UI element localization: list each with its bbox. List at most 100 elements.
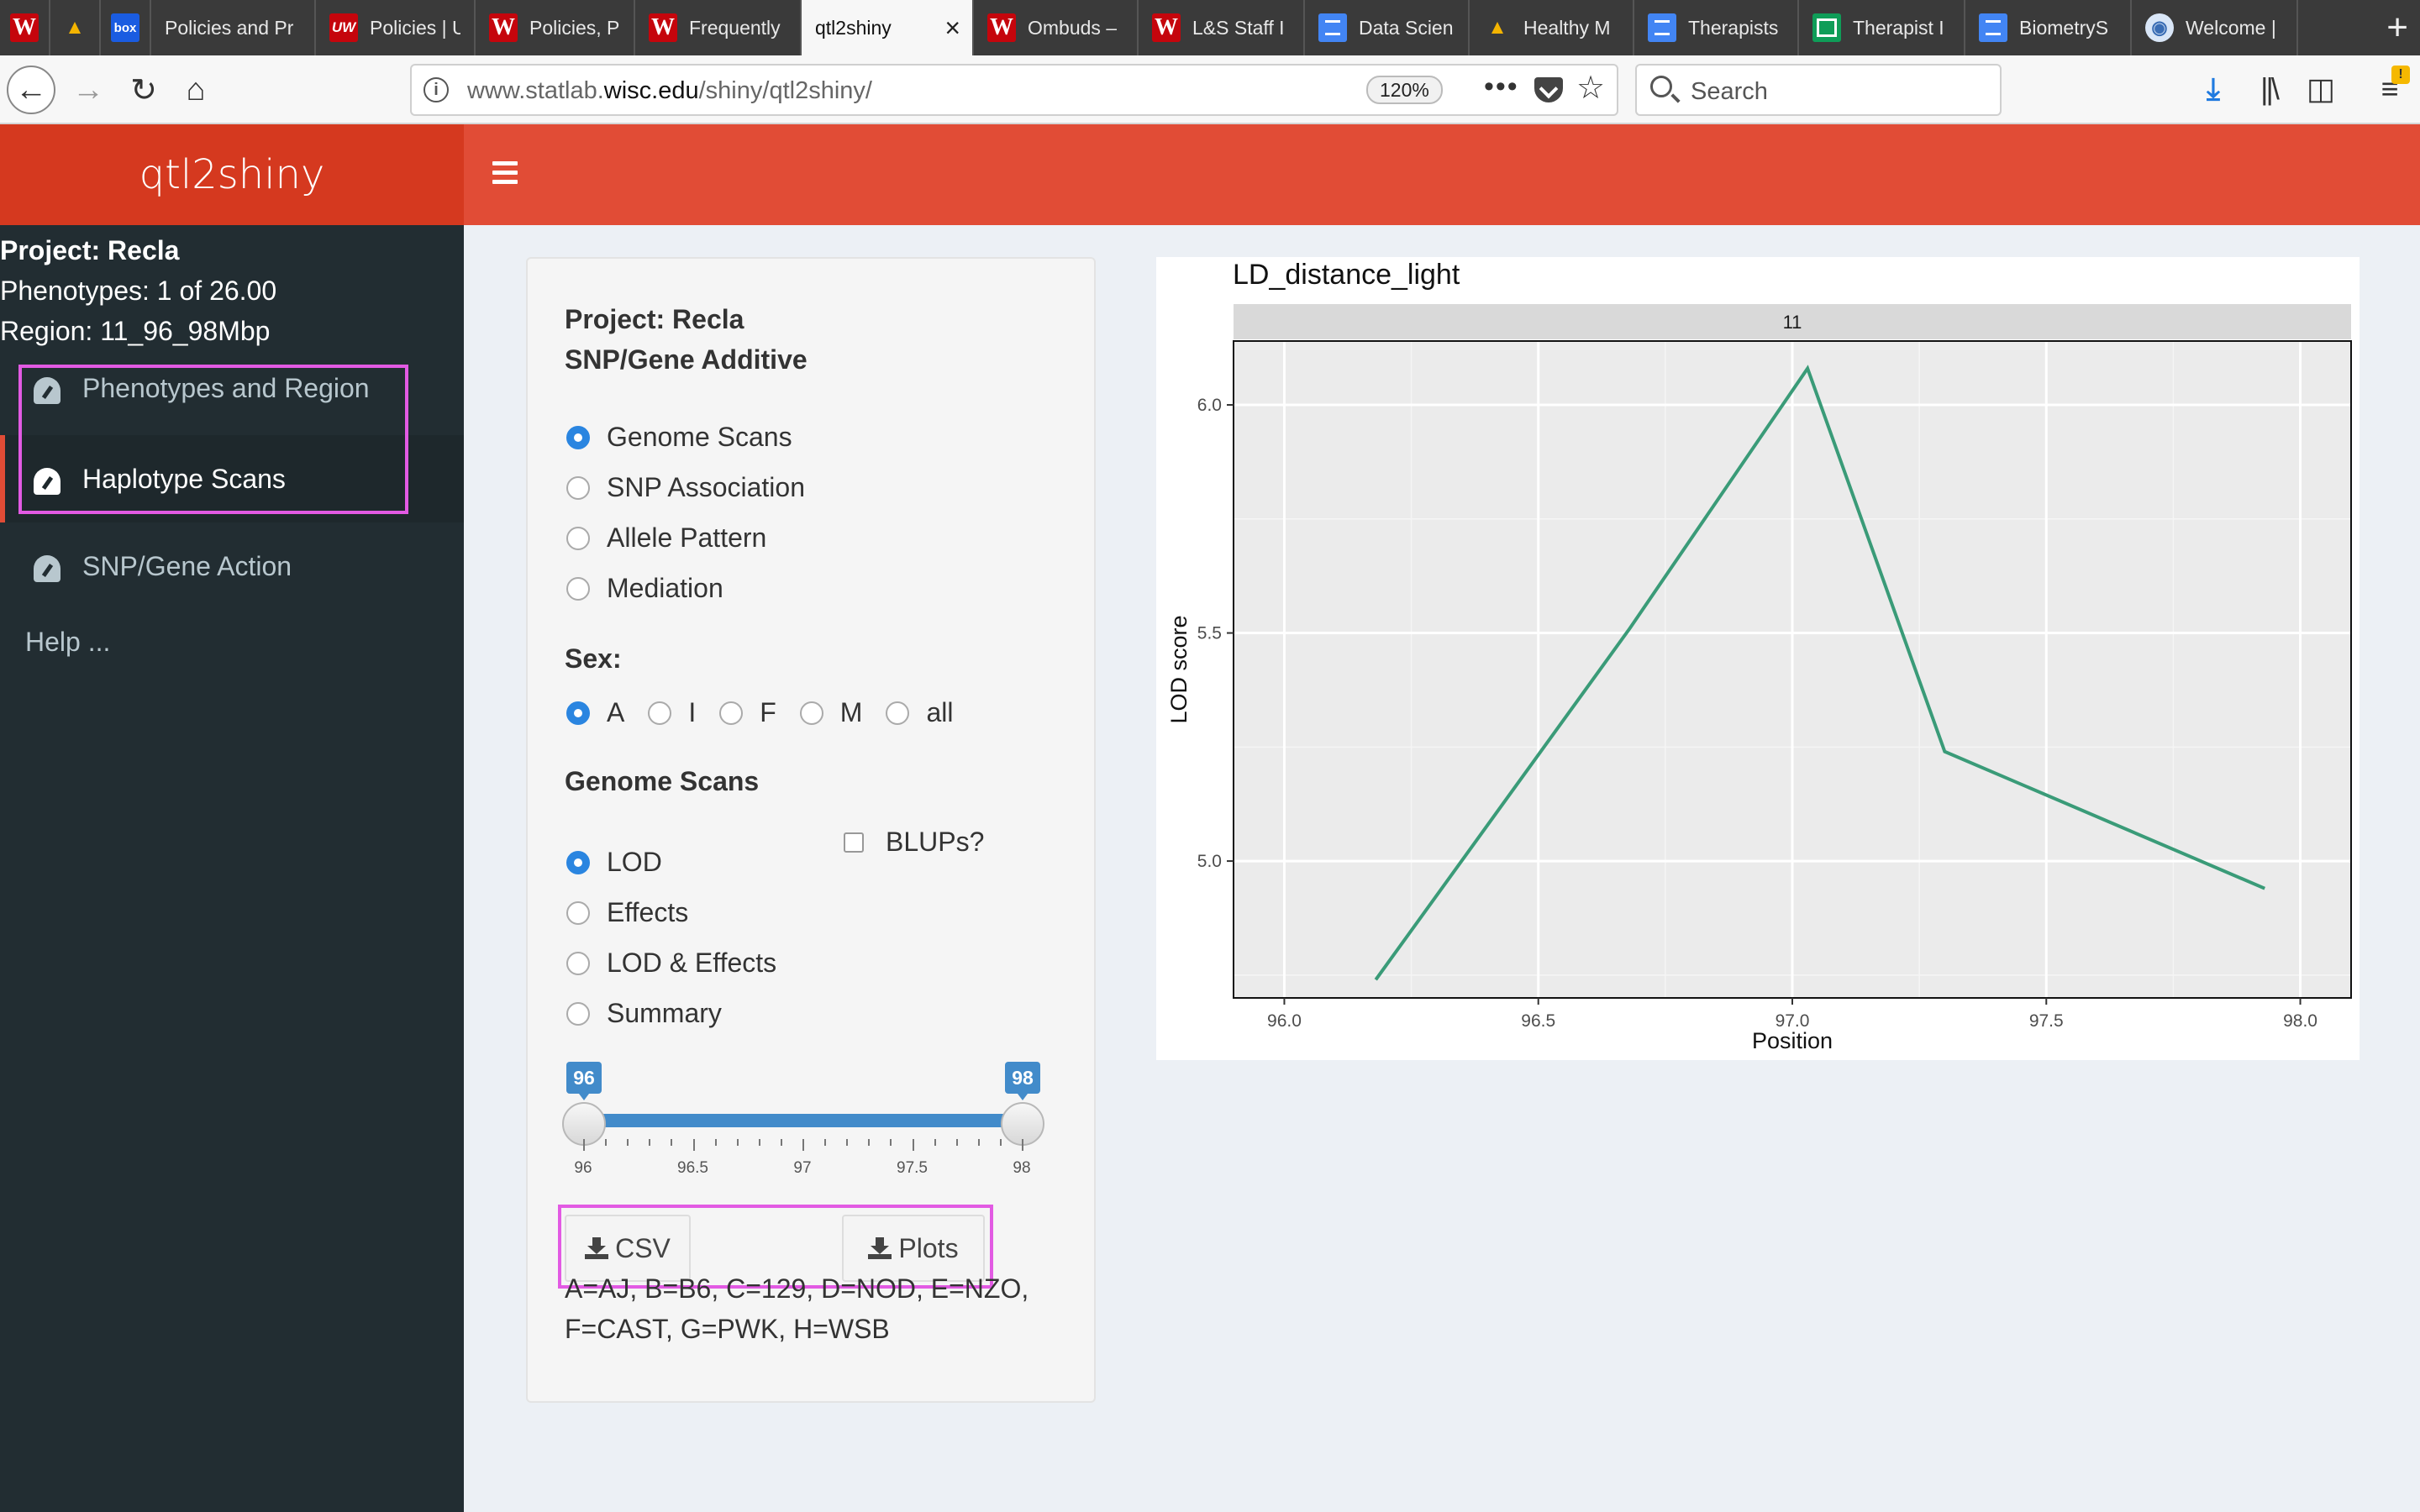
bookmark-star-icon[interactable]: ☆ <box>1576 69 1605 107</box>
tab-14[interactable]: Therapist I <box>1799 0 1965 55</box>
forward-arrow-icon[interactable]: → <box>64 66 113 114</box>
lod-line-chart: 1196.0 96.5 97.0 97.5 98.05.05.56.0PositionL… <box>1166 304 2352 1053</box>
panel-title-mode: SNP/Gene Additive <box>565 344 808 375</box>
browser-tab-bar: W ▲ box Policies and Pr UW Policies | U W… <box>0 0 2420 55</box>
radio-sex-i[interactable]: I <box>648 697 696 728</box>
radio-snp-association[interactable]: SNP Association <box>566 472 805 503</box>
panel-title-project: Project: Recla <box>565 304 744 334</box>
w-icon: W <box>489 13 518 42</box>
csv-button-label: CSV <box>615 1232 671 1263</box>
tab-5[interactable]: UW Policies | U <box>316 0 476 55</box>
sidebar-toggle-hamburger-icon[interactable] <box>492 161 518 185</box>
search-input[interactable]: Search <box>1635 64 2002 116</box>
slider-major-tick <box>692 1139 695 1151</box>
tab-label: Policies | U <box>370 16 460 39</box>
blups-checkbox[interactable]: BLUPs? <box>844 827 984 858</box>
zoom-badge[interactable]: 120% <box>1366 76 1443 104</box>
radio-lod-effects[interactable]: LOD & Effects <box>566 948 776 979</box>
w-icon: W <box>10 13 39 42</box>
radio-sex-m[interactable]: M <box>799 697 863 728</box>
radio-button[interactable] <box>648 701 672 725</box>
tab-1[interactable]: W <box>0 0 50 55</box>
slider-track[interactable] <box>583 1114 1022 1127</box>
sidebar-item-phenotypes-region[interactable]: Phenotypes and Region <box>0 351 464 425</box>
tab-3[interactable]: box <box>101 0 151 55</box>
library-icon[interactable]: ||\ <box>2250 69 2287 109</box>
radio-button[interactable] <box>566 951 590 975</box>
slider-minor-tick <box>758 1139 760 1146</box>
radio-mediation[interactable]: Mediation <box>566 573 723 604</box>
app-logo[interactable]: qtl2shiny <box>0 124 464 225</box>
tab-13[interactable]: d Therapists <box>1634 0 1799 55</box>
download-icon[interactable]: ⤓ <box>2195 69 2232 109</box>
radio-genome-scans[interactable]: Genome Scans <box>566 422 792 453</box>
tab-11[interactable]: d Data Scien <box>1305 0 1470 55</box>
x-tick-label: 96.0 <box>1267 1011 1302 1031</box>
radio-button[interactable] <box>799 701 823 725</box>
sidebar-item-help[interactable]: Help ... <box>25 627 110 658</box>
radio-label: M <box>839 697 863 727</box>
tab-9[interactable]: W Ombuds – <box>974 0 1139 55</box>
url-bar[interactable]: i www.statlab.wisc.edu/shiny/qtl2shiny/ … <box>410 64 1618 116</box>
checkbox-label: BLUPs? <box>886 827 985 857</box>
tab-16[interactable]: ◉ Welcome | <box>2132 0 2298 55</box>
tab-label: Policies and Pr <box>165 16 294 39</box>
lod-plot-card: LD_distance_light 11 96.0 96.5 97.0 97.5 98.0… <box>1156 257 2360 1060</box>
app-header: qtl2shiny <box>0 124 2420 225</box>
doc-icon: d <box>1648 13 1676 42</box>
strain-legend: A=AJ, B=B6, C=129, D=NOD, E=NZO, F=CAST,… <box>565 1268 1069 1349</box>
tab-12[interactable]: ▲ Healthy M <box>1470 0 1634 55</box>
radio-button[interactable] <box>566 850 590 874</box>
tab-15[interactable]: d BiometryS <box>1965 0 2132 55</box>
tab-qtl2shiny[interactable]: qtl2shiny × <box>802 0 974 55</box>
back-arrow-icon[interactable]: ← <box>7 66 55 114</box>
radio-sex-all[interactable]: all <box>886 697 953 728</box>
radio-button[interactable] <box>566 701 590 725</box>
slider-minor-tick <box>714 1139 717 1146</box>
y-tick-label: 5.5 <box>1197 624 1222 643</box>
radio-label: Effects <box>607 897 689 927</box>
radio-summary[interactable]: Summary <box>566 998 722 1029</box>
tab-10[interactable]: W L&S Staff I <box>1139 0 1305 55</box>
radio-button[interactable] <box>566 526 590 550</box>
plots-button-label: Plots <box>898 1232 959 1263</box>
sidebar-item-haplotype-scans[interactable]: Haplotype Scans <box>0 435 464 522</box>
slider-minor-tick <box>999 1139 1002 1146</box>
radio-effects[interactable]: Effects <box>566 897 688 928</box>
radio-button[interactable] <box>566 900 590 925</box>
tab-6[interactable]: W Policies, P <box>476 0 635 55</box>
home-icon[interactable]: ⌂ <box>171 66 220 114</box>
url-text[interactable]: www.statlab.wisc.edu/shiny/qtl2shiny/ <box>467 77 872 105</box>
radio-button[interactable] <box>566 576 590 601</box>
control-panel: Project: Recla SNP/Gene Additive Genome … <box>526 257 1096 1403</box>
reload-icon[interactable]: ↻ <box>119 66 168 114</box>
radio-sex-f[interactable]: F <box>719 697 776 728</box>
radio-lod[interactable]: LOD <box>566 847 662 878</box>
tab-7[interactable]: W Frequently <box>635 0 802 55</box>
checkbox[interactable] <box>844 832 864 853</box>
x-tick-label: 97.5 <box>2029 1011 2064 1031</box>
sidebar-toggle-icon[interactable]: ◫ <box>2302 69 2339 109</box>
new-tab-icon[interactable]: + <box>2386 7 2408 49</box>
tab-2[interactable]: ▲ <box>50 0 101 55</box>
radio-button[interactable] <box>566 425 590 449</box>
radio-sex-a[interactable]: A <box>566 697 624 728</box>
tab-label: Welcome | <box>2186 16 2276 39</box>
pocket-icon[interactable] <box>1534 77 1563 102</box>
radio-allele-pattern[interactable]: Allele Pattern <box>566 522 766 554</box>
radio-button[interactable] <box>886 701 910 725</box>
info-icon[interactable]: i <box>424 77 449 102</box>
radio-button[interactable] <box>566 1001 590 1026</box>
radio-label: F <box>760 697 776 727</box>
more-actions-icon[interactable]: ••• <box>1484 71 1519 103</box>
close-tab-icon[interactable]: × <box>944 13 960 44</box>
radio-button[interactable] <box>719 701 744 725</box>
tab-4[interactable]: Policies and Pr <box>151 0 316 55</box>
x-tick-label: 96.5 <box>1521 1011 1555 1031</box>
radio-button[interactable] <box>566 475 590 500</box>
tab-label: Ombuds – <box>1028 16 1118 39</box>
sidebar: Project: Recla Phenotypes: 1 of 26.00 Re… <box>0 225 464 1512</box>
position-range-slider[interactable]: 96 98 96 96.5 97 97.5 98 <box>562 1058 1044 1193</box>
sidebar-item-snp-gene-action[interactable]: SNP/Gene Action <box>0 526 464 606</box>
download-icon <box>868 1237 892 1259</box>
